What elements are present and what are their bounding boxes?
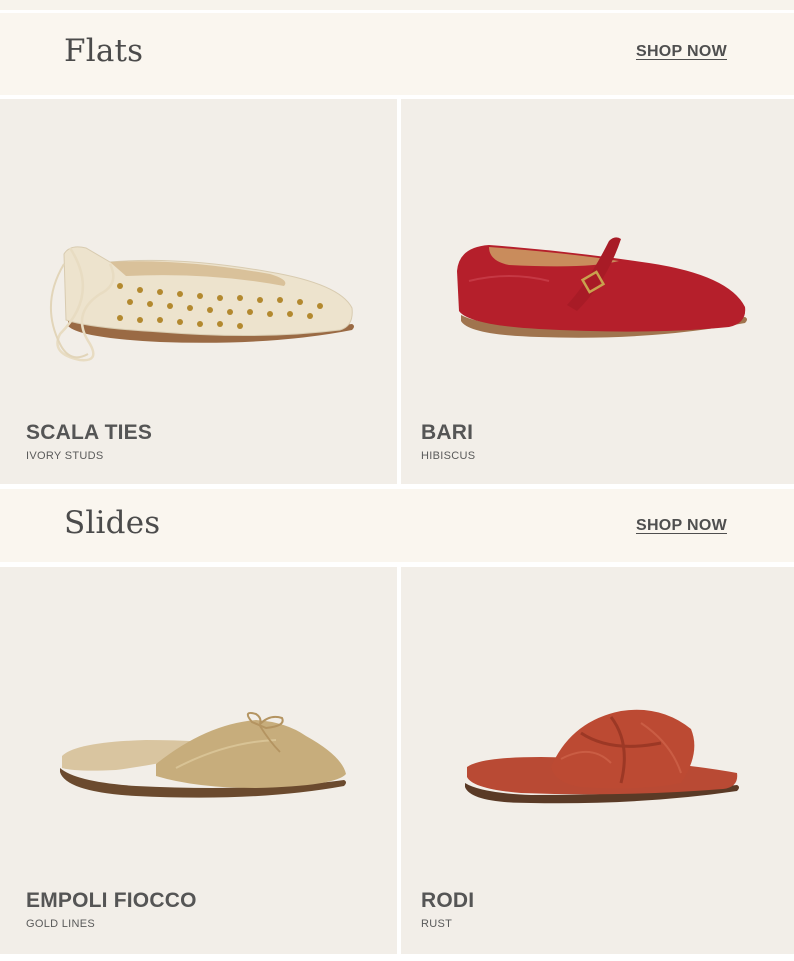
product-card-rodi[interactable]: RODI RUST — [401, 567, 794, 954]
top-strip — [0, 0, 794, 10]
product-name[interactable]: SCALA TIES — [26, 421, 152, 445]
section-header-slides: Slides SHOP NOW — [0, 489, 794, 562]
product-variant: IVORY STUDS — [26, 450, 104, 462]
product-name[interactable]: EMPOLI FIOCCO — [26, 889, 197, 913]
shop-now-link[interactable]: SHOP NOW — [636, 43, 727, 61]
product-card-empoli-fiocco[interactable]: EMPOLI FIOCCO GOLD LINES — [0, 567, 397, 954]
product-name[interactable]: BARI — [421, 421, 473, 445]
product-variant: HIBISCUS — [421, 450, 476, 462]
shop-now-link[interactable]: SHOP NOW — [636, 517, 727, 535]
product-variant: RUST — [421, 918, 453, 930]
section-title: Slides — [64, 505, 161, 541]
red-mary-jane-flat-icon — [457, 237, 747, 338]
section-header-flats: Flats SHOP NOW — [0, 13, 794, 95]
section-title: Flats — [64, 33, 144, 69]
ivory-studded-flat-icon — [50, 246, 354, 362]
product-card-bari[interactable]: BARI HIBISCUS — [401, 99, 794, 484]
product-card-scala-ties[interactable]: SCALA TIES IVORY STUDS — [0, 99, 397, 484]
rust-knot-slide-icon — [465, 709, 739, 804]
gold-bow-mule-icon — [60, 712, 346, 798]
product-name[interactable]: RODI — [421, 889, 474, 913]
product-variant: GOLD LINES — [26, 918, 96, 930]
